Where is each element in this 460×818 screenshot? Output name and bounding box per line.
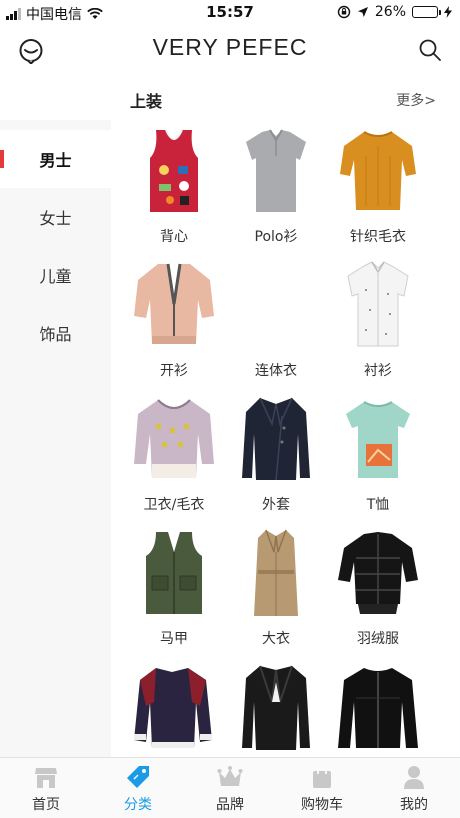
tab-label: 首页	[32, 797, 60, 813]
category-item-polo[interactable]: Polo衫	[225, 120, 327, 254]
status-bar: 中国电信 15:57 26%	[0, 0, 460, 24]
category-label: 外套	[262, 497, 290, 513]
jumpsuit-image	[236, 260, 316, 350]
tab-label: 我的	[400, 797, 428, 813]
tag-icon	[127, 766, 149, 788]
category-label: T恤	[366, 497, 390, 513]
polo-shirt-image	[246, 129, 306, 212]
more-link[interactable]: 更多>	[396, 90, 436, 110]
search-icon[interactable]	[418, 38, 442, 62]
tank-top-image	[150, 129, 198, 212]
tshirt-image	[346, 401, 410, 478]
location-arrow-icon	[357, 7, 368, 17]
category-item-coat[interactable]: 大衣	[225, 522, 327, 656]
tab-profile[interactable]: 我的	[368, 758, 460, 818]
category-label: Polo衫	[254, 229, 298, 245]
velvet-blazer-image	[242, 665, 310, 750]
sidebar-item-accessories[interactable]: 饰品	[0, 304, 111, 362]
section-title: 上装	[130, 92, 163, 111]
section-header: 上装 更多>	[130, 88, 436, 112]
trench-coat-image	[254, 529, 298, 616]
tab-cart[interactable]: 购物车	[276, 758, 368, 818]
category-item-down-jacket[interactable]: 羽绒服	[327, 522, 429, 656]
category-item-cardigan[interactable]: 开衫	[123, 254, 225, 388]
category-item-blazer[interactable]	[225, 656, 327, 757]
vest-image	[146, 532, 202, 614]
sidebar-item-label: 儿童	[39, 267, 72, 286]
cardigan-image	[134, 263, 214, 344]
status-right: 26%	[337, 4, 452, 20]
category-label: 卫衣/毛衣	[143, 497, 205, 513]
tab-brand[interactable]: 品牌	[184, 758, 276, 818]
sidebar-item-men[interactable]: 男士	[0, 130, 111, 188]
category-item-vest[interactable]: 马甲	[123, 522, 225, 656]
user-icon	[404, 766, 424, 789]
category-item-tank-top[interactable]: 背心	[123, 120, 225, 254]
sidebar-item-label: 女士	[39, 209, 72, 228]
tab-label: 品牌	[216, 797, 244, 813]
category-label: 衬衫	[364, 363, 392, 379]
app-header: VERY PEFEC	[0, 24, 460, 74]
sidebar-item-label: 饰品	[39, 325, 72, 344]
sidebar-item-label: 男士	[39, 151, 72, 170]
tab-home[interactable]: 首页	[0, 758, 92, 818]
shopping-bag-icon	[313, 765, 331, 788]
navy-jacket-image	[242, 397, 310, 481]
puffer-jacket-image	[338, 532, 418, 614]
tab-label: 分类	[124, 797, 152, 813]
category-item-bomber[interactable]	[123, 656, 225, 757]
tab-category[interactable]: 分类	[92, 758, 184, 818]
patterned-sweater-image	[134, 399, 214, 478]
category-content: 上装 更多> 背心 Polo衫 针织毛衣 开衫 连体衣 衬衫 卫衣/毛衣 外套 …	[111, 74, 460, 757]
dress-shirt-image	[347, 261, 409, 347]
orientation-lock-icon	[337, 5, 351, 19]
bomber-jacket-image	[134, 668, 212, 748]
category-item-sweater[interactable]: 卫衣/毛衣	[123, 388, 225, 522]
category-label: 开衫	[160, 363, 188, 379]
battery-percent: 26%	[374, 4, 406, 20]
app-logo: VERY PEFEC	[152, 34, 308, 60]
knit-sweater-image	[340, 131, 416, 210]
sidebar-item-kids[interactable]: 儿童	[0, 246, 111, 304]
category-item-shirt[interactable]: 衬衫	[327, 254, 429, 388]
category-label: 背心	[160, 229, 188, 245]
category-item-tshirt[interactable]: T恤	[327, 388, 429, 522]
category-label: 大衣	[262, 631, 290, 647]
leather-jacket-image	[338, 668, 418, 748]
category-item-jacket[interactable]: 外套	[225, 388, 327, 522]
category-item-jumpsuit[interactable]: 连体衣	[225, 254, 327, 388]
battery-icon	[412, 6, 441, 18]
tab-label: 购物车	[301, 797, 343, 813]
category-label: 马甲	[160, 631, 188, 647]
sidebar-item-women[interactable]: 女士	[0, 188, 111, 246]
bottom-tab-bar: 首页 分类 品牌 购物车 我的	[0, 757, 460, 818]
product-grid: 背心 Polo衫 针织毛衣 开衫 连体衣 衬衫 卫衣/毛衣 外套 T恤 马甲 大…	[123, 120, 449, 757]
category-sidebar: 男士 女士 儿童 饰品	[0, 120, 111, 757]
category-item-leather-jacket[interactable]	[327, 656, 429, 757]
category-label: 羽绒服	[357, 631, 399, 647]
category-item-knit-sweater[interactable]: 针织毛衣	[327, 120, 429, 254]
store-icon	[35, 768, 57, 788]
category-label: 针织毛衣	[350, 229, 406, 245]
category-label: 连体衣	[255, 363, 297, 379]
crown-icon	[217, 766, 243, 786]
charging-bolt-icon	[444, 6, 452, 18]
